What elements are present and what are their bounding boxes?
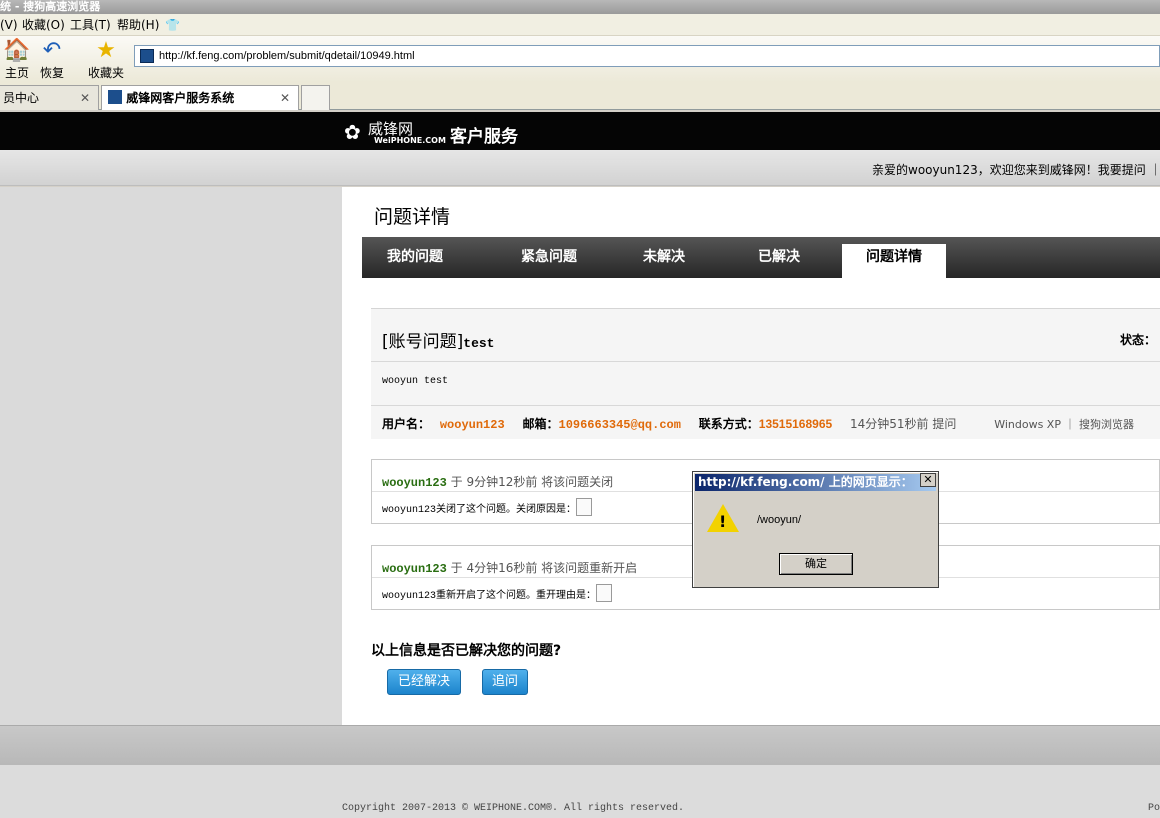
broken-image-icon bbox=[576, 498, 593, 516]
followup-button[interactable]: 追问 bbox=[482, 669, 528, 695]
resolve-question: 以上信息是否已解决您的问题? bbox=[371, 643, 562, 659]
email: 1096663345@qq.com bbox=[558, 418, 681, 432]
site-favicon bbox=[140, 49, 154, 63]
tab-question-detail[interactable]: 问题详情 bbox=[842, 244, 946, 278]
contact: 13515168965 bbox=[758, 417, 833, 431]
url-text: http://kf.feng.com/problem/submit/qdetai… bbox=[159, 50, 415, 62]
undo-icon: ↶ bbox=[42, 38, 62, 63]
toolbar: 🏠 主页 ↶ 恢复 ★ 收藏夹 http://kf.feng.com/probl… bbox=[0, 36, 1160, 82]
question-time: 14分钟51秒前 提问 bbox=[850, 417, 957, 431]
logo-icon: ✿ bbox=[344, 120, 361, 144]
menu-view[interactable]: (V) bbox=[0, 17, 18, 33]
welcome-text: 亲爱的wooyun123，欢迎您来到威锋网！我要提问 ｜ 我 bbox=[872, 163, 1160, 177]
footer-link[interactable]: Po bbox=[1148, 803, 1160, 814]
divider bbox=[371, 405, 1160, 406]
star-icon: ★ bbox=[96, 38, 116, 63]
username[interactable]: wooyun123 bbox=[440, 418, 505, 432]
menu-help[interactable]: 帮助(H) bbox=[117, 17, 159, 33]
page-title: 问题详情 bbox=[374, 206, 451, 228]
tab-weiphone-service[interactable]: 威锋网客户服务系统 ✕ bbox=[101, 85, 299, 110]
tab-my-questions[interactable]: 我的问题 bbox=[362, 237, 468, 278]
menu-bar: (V) 收藏(O) 工具(T) 帮助(H) 👕 bbox=[0, 14, 1160, 36]
question-body: wooyun test bbox=[382, 376, 449, 387]
question-env: Windows XP ｜ 搜狗浏览器 bbox=[994, 418, 1134, 431]
close-icon[interactable]: ✕ bbox=[920, 473, 936, 487]
resolved-button[interactable]: 已经解决 bbox=[387, 669, 461, 695]
tab-unresolved[interactable]: 未解决 bbox=[607, 237, 721, 278]
site-favicon bbox=[108, 90, 122, 104]
site-header: ✿ 威锋网 WeiPHONE.COM 客户服务 bbox=[0, 112, 1160, 150]
question-box: [账号问题]test 状态： wooyun test 用户名： wooyun12… bbox=[371, 308, 1160, 439]
close-icon[interactable]: ✕ bbox=[280, 86, 290, 110]
reply-user[interactable]: wooyun123 bbox=[382, 562, 447, 576]
dialog-message: /wooyun/ bbox=[757, 514, 802, 526]
service-title: 客户服务 bbox=[450, 127, 518, 147]
ok-button[interactable]: 确定 bbox=[779, 553, 853, 575]
window-title: 统 - 搜狗高速浏览器 bbox=[0, 0, 1160, 14]
tab-urgent[interactable]: 紧急问题 bbox=[491, 237, 607, 278]
favorites-button[interactable]: ★ 收藏夹 bbox=[86, 38, 126, 80]
question-meta: 用户名： wooyun123 邮箱：1096663345@qq.com 联系方式… bbox=[382, 417, 1134, 432]
address-bar[interactable]: http://kf.feng.com/problem/submit/qdetai… bbox=[134, 45, 1160, 67]
question-title: [账号问题]test bbox=[382, 332, 495, 352]
menu-tools[interactable]: 工具(T) bbox=[70, 17, 111, 33]
main-content: 问题详情 我的问题 紧急问题 未解决 已解决 问题详情 [账号问题]test 状… bbox=[342, 187, 1160, 725]
status-label: 状态： bbox=[1119, 333, 1156, 347]
alert-dialog: http://kf.feng.com/ 上的网页显示： ✕ ! /wooyun/… bbox=[692, 471, 939, 588]
left-background bbox=[0, 187, 342, 725]
welcome-bar: 亲爱的wooyun123，欢迎您来到威锋网！我要提问 ｜ 我 bbox=[0, 150, 1160, 186]
footer: Copyright 2007-2013 © WEIPHONE.COM®. All… bbox=[0, 765, 1160, 818]
reply-user[interactable]: wooyun123 bbox=[382, 476, 447, 490]
tab-strip: 员中心 ✕ 威锋网客户服务系统 ✕ bbox=[0, 82, 1160, 110]
tab-member-center[interactable]: 员中心 ✕ bbox=[0, 85, 99, 110]
close-icon[interactable]: ✕ bbox=[80, 86, 90, 110]
restore-button[interactable]: ↶ 恢复 bbox=[32, 38, 72, 80]
divider bbox=[371, 361, 1160, 362]
nav-tabs: 我的问题 紧急问题 未解决 已解决 问题详情 bbox=[362, 237, 1160, 278]
dialog-title: http://kf.feng.com/ 上的网页显示： bbox=[695, 474, 936, 491]
copyright: Copyright 2007-2013 © WEIPHONE.COM®. All… bbox=[342, 803, 685, 814]
footer-bar bbox=[0, 725, 1160, 765]
shirt-icon[interactable]: 👕 bbox=[165, 17, 180, 33]
tab-resolved[interactable]: 已解决 bbox=[721, 237, 837, 278]
menu-favorites[interactable]: 收藏(O) bbox=[22, 17, 65, 33]
new-tab-button[interactable] bbox=[301, 85, 330, 110]
broken-image-icon bbox=[596, 584, 613, 602]
